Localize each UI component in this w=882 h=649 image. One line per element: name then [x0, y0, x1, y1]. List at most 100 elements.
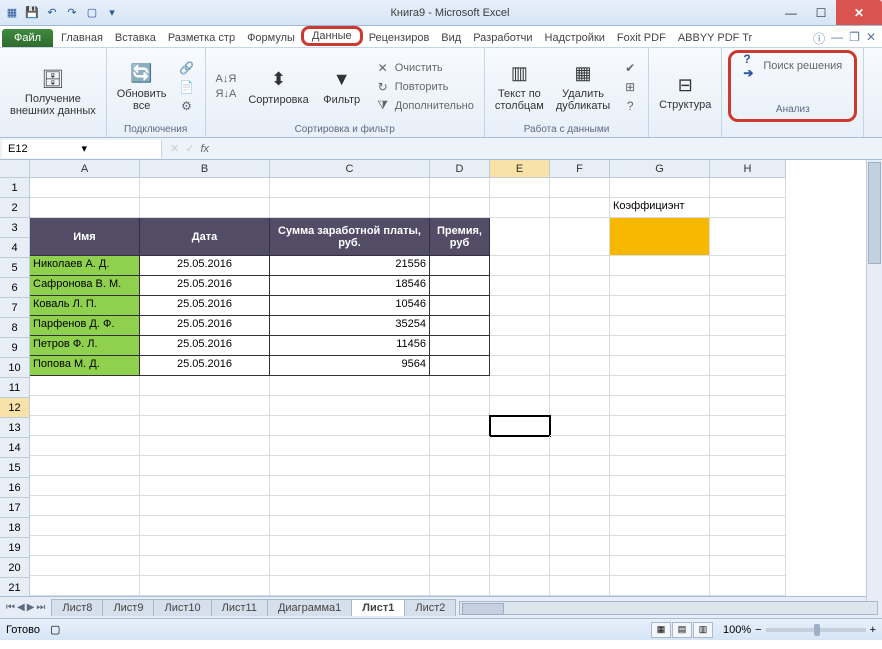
- cell-A8[interactable]: Петров Ф. Л.: [30, 336, 140, 356]
- row-head-17[interactable]: 17: [0, 498, 30, 518]
- cell-B2[interactable]: [140, 198, 270, 218]
- cell-B9[interactable]: 25.05.2016: [140, 356, 270, 376]
- cell-D17[interactable]: [430, 516, 490, 536]
- cell-H20[interactable]: [710, 576, 786, 596]
- cell-F4[interactable]: [550, 256, 610, 276]
- row-head-5[interactable]: 5: [0, 258, 30, 278]
- reapply-button[interactable]: ↻Повторить: [371, 78, 478, 96]
- horizontal-scrollbar[interactable]: [459, 601, 878, 615]
- row-head-18[interactable]: 18: [0, 518, 30, 538]
- cell-H17[interactable]: [710, 516, 786, 536]
- cell-G13[interactable]: [610, 436, 710, 456]
- cell-H12[interactable]: [710, 416, 786, 436]
- cell-B6[interactable]: 25.05.2016: [140, 296, 270, 316]
- cell-B4[interactable]: 25.05.2016: [140, 256, 270, 276]
- col-head-H[interactable]: H: [710, 160, 786, 178]
- cell-C2[interactable]: [270, 198, 430, 218]
- cell-E16[interactable]: [490, 496, 550, 516]
- cell-E20[interactable]: [490, 576, 550, 596]
- cell-B12[interactable]: [140, 416, 270, 436]
- cell-A11[interactable]: [30, 396, 140, 416]
- cell-C7[interactable]: 35254: [270, 316, 430, 336]
- cell-C19[interactable]: [270, 556, 430, 576]
- new-icon[interactable]: ▢: [84, 5, 100, 21]
- cell-B10[interactable]: [140, 376, 270, 396]
- cell-E7[interactable]: [490, 316, 550, 336]
- cell-C16[interactable]: [270, 496, 430, 516]
- cell-E14[interactable]: [490, 456, 550, 476]
- cell-E11[interactable]: [490, 396, 550, 416]
- cell-E19[interactable]: [490, 556, 550, 576]
- cell-E6[interactable]: [490, 296, 550, 316]
- cell-H11[interactable]: [710, 396, 786, 416]
- cell-D1[interactable]: [430, 178, 490, 198]
- cell-A19[interactable]: [30, 556, 140, 576]
- cell-C9[interactable]: 9564: [270, 356, 430, 376]
- enter-formula-icon[interactable]: ✓: [185, 142, 194, 155]
- clear-filter-button[interactable]: ✕Очистить: [371, 59, 478, 77]
- cell-H4[interactable]: [710, 256, 786, 276]
- sort-za-button[interactable]: Я↓А: [212, 87, 241, 101]
- cell-B11[interactable]: [140, 396, 270, 416]
- cell-D13[interactable]: [430, 436, 490, 456]
- cell-G7[interactable]: [610, 316, 710, 336]
- cell-B1[interactable]: [140, 178, 270, 198]
- col-head-D[interactable]: D: [430, 160, 490, 178]
- close-button[interactable]: ✕: [836, 0, 882, 25]
- cell-D11[interactable]: [430, 396, 490, 416]
- minimize-button[interactable]: —: [776, 0, 806, 25]
- outline-button[interactable]: ⊟ Структура: [655, 71, 715, 113]
- consolidate-button[interactable]: ⊞: [618, 78, 642, 96]
- cell-A2[interactable]: [30, 198, 140, 218]
- cell-D12[interactable]: [430, 416, 490, 436]
- properties-button[interactable]: 📄: [175, 78, 199, 96]
- edit-links-button[interactable]: ⚙: [175, 97, 199, 115]
- cell-C12[interactable]: [270, 416, 430, 436]
- row-head-21[interactable]: 21: [0, 578, 30, 596]
- cell-E12[interactable]: [490, 416, 550, 436]
- cell-B3[interactable]: Дата: [140, 218, 270, 256]
- tab-главная[interactable]: Главная: [55, 29, 109, 47]
- sheet-first-icon[interactable]: ⏮: [6, 602, 15, 613]
- text-to-columns-button[interactable]: ▥ Текст по столбцам: [491, 60, 548, 114]
- sheet-next-icon[interactable]: ▶: [27, 602, 35, 613]
- close-doc-icon[interactable]: ✕: [866, 30, 876, 47]
- row-head-15[interactable]: 15: [0, 458, 30, 478]
- cell-H15[interactable]: [710, 476, 786, 496]
- cell-A18[interactable]: [30, 536, 140, 556]
- zoom-in-button[interactable]: +: [870, 624, 876, 636]
- get-external-data-button[interactable]: 🗄 Получение внешних данных: [6, 65, 100, 119]
- cell-B13[interactable]: [140, 436, 270, 456]
- row-head-2[interactable]: 2: [0, 198, 30, 218]
- cell-E3[interactable]: [490, 218, 550, 256]
- cell-F17[interactable]: [550, 516, 610, 536]
- sheet-tab-Диаграмма1[interactable]: Диаграмма1: [267, 599, 352, 616]
- cell-B16[interactable]: [140, 496, 270, 516]
- row-head-6[interactable]: 6: [0, 278, 30, 298]
- cell-C3[interactable]: Сумма заработной платы, руб.: [270, 218, 430, 256]
- tab-разработчи[interactable]: Разработчи: [467, 29, 538, 47]
- cell-H7[interactable]: [710, 316, 786, 336]
- cell-D3[interactable]: Премия, руб: [430, 218, 490, 256]
- cancel-formula-icon[interactable]: ✕: [170, 142, 179, 155]
- sheet-prev-icon[interactable]: ◀: [17, 602, 25, 613]
- sheet-tab-Лист9[interactable]: Лист9: [102, 599, 154, 616]
- chevron-down-icon[interactable]: ▾: [82, 142, 156, 155]
- cell-B15[interactable]: [140, 476, 270, 496]
- col-head-F[interactable]: F: [550, 160, 610, 178]
- cell-F7[interactable]: [550, 316, 610, 336]
- cell-A20[interactable]: [30, 576, 140, 596]
- macro-record-icon[interactable]: ▢: [50, 623, 60, 636]
- tab-рецензиров[interactable]: Рецензиров: [363, 29, 436, 47]
- data-validation-button[interactable]: ✔: [618, 59, 642, 77]
- tab-надстройки[interactable]: Надстройки: [539, 29, 611, 47]
- cell-F20[interactable]: [550, 576, 610, 596]
- cell-G16[interactable]: [610, 496, 710, 516]
- restore-icon[interactable]: ❐: [849, 30, 860, 47]
- cell-G11[interactable]: [610, 396, 710, 416]
- cell-A16[interactable]: [30, 496, 140, 516]
- sheet-last-icon[interactable]: ⏭: [36, 602, 45, 613]
- row-head-7[interactable]: 7: [0, 298, 30, 318]
- cell-B20[interactable]: [140, 576, 270, 596]
- normal-view-button[interactable]: ▦: [651, 622, 671, 638]
